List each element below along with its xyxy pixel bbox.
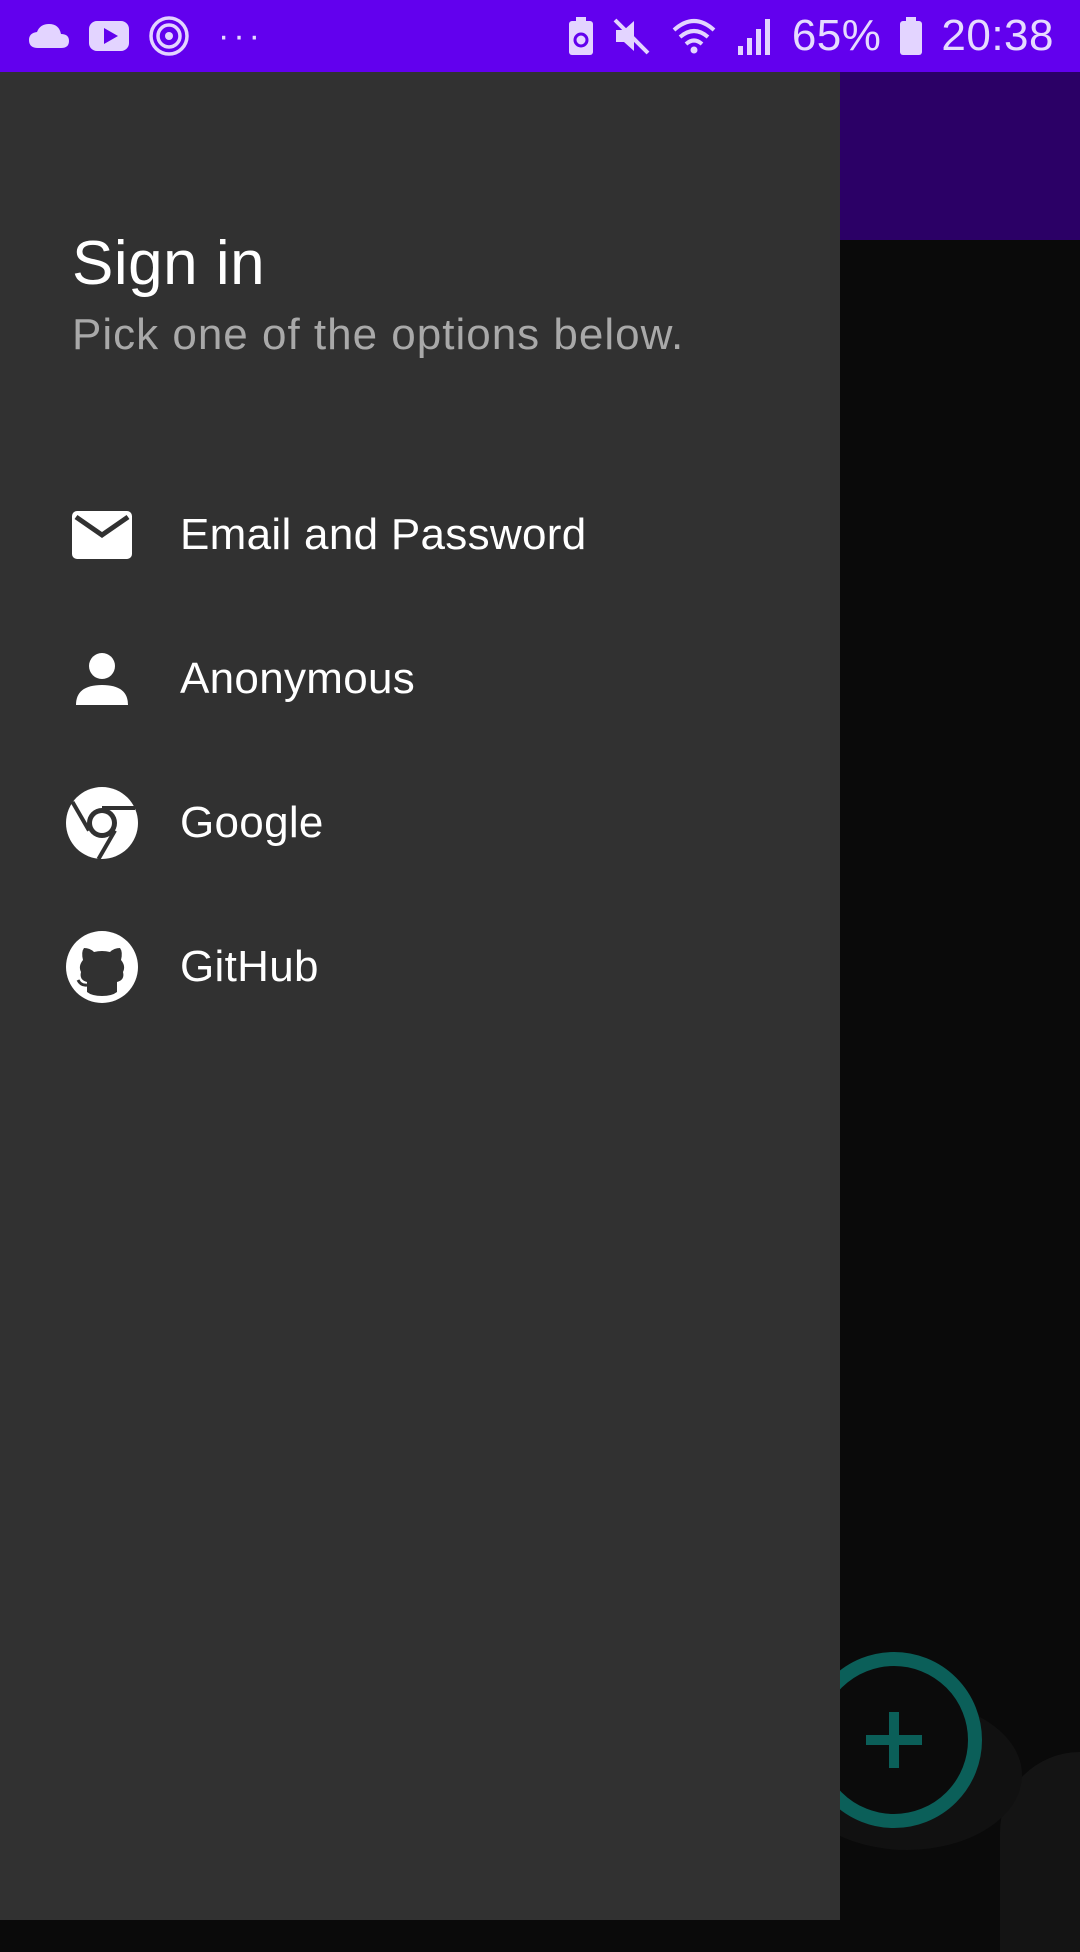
- status-bar-right: 65% 20:38: [568, 11, 1054, 61]
- battery-percent: 65%: [791, 11, 882, 60]
- status-bar: ··· 65% 20:38: [0, 0, 1080, 72]
- plus-icon: [866, 1712, 922, 1768]
- option-label: GitHub: [180, 942, 319, 991]
- status-bar-left: ···: [28, 15, 264, 57]
- more-dots-icon: ···: [218, 16, 264, 55]
- cloud-icon: [29, 24, 69, 48]
- option-google[interactable]: Google: [0, 763, 840, 883]
- option-anonymous[interactable]: Anonymous: [0, 619, 840, 739]
- mute-icon: [613, 18, 650, 55]
- sign-in-drawer: Sign in Pick one of the options below. E…: [0, 72, 840, 1920]
- email-icon: [64, 497, 140, 573]
- drawer-title: Sign in: [72, 229, 266, 298]
- wifi-icon: [672, 19, 716, 54]
- drawer-subtitle: Pick one of the options below.: [72, 310, 685, 359]
- option-label: Email and Password: [180, 510, 587, 559]
- option-label: Anonymous: [180, 654, 416, 703]
- option-email-password[interactable]: Email and Password: [0, 475, 840, 595]
- battery-saver-icon: [568, 17, 593, 55]
- youtube-icon: [89, 21, 129, 51]
- chrome-icon: [64, 785, 140, 861]
- clock: 20:38: [941, 11, 1054, 60]
- battery-icon: [900, 17, 923, 55]
- signal-icon: [737, 19, 770, 55]
- option-github[interactable]: GitHub: [0, 907, 840, 1027]
- github-icon: [64, 929, 140, 1005]
- hotspot-icon: [149, 16, 189, 56]
- person-icon: [64, 641, 140, 717]
- option-label: Google: [180, 798, 324, 847]
